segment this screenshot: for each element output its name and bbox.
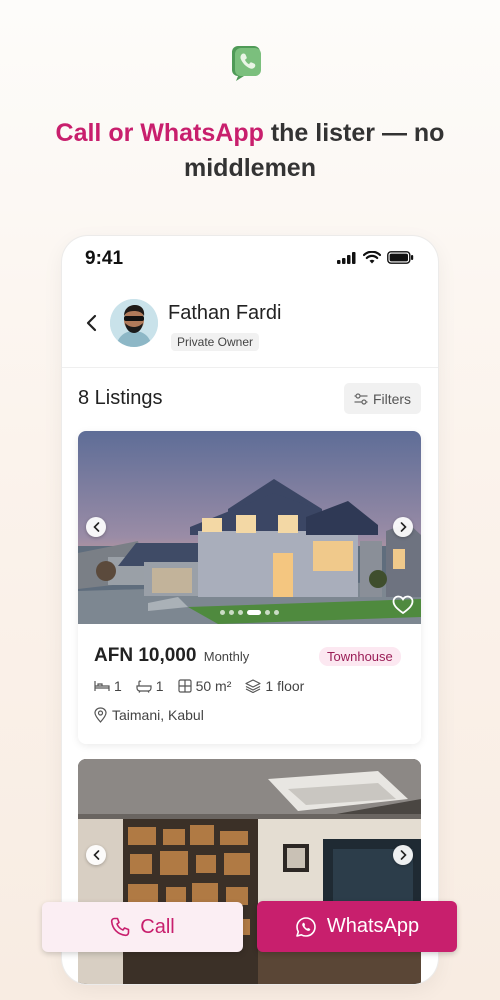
pagination-dot[interactable] — [220, 610, 225, 615]
next-photo-button[interactable] — [393, 845, 413, 865]
baths-count: 1 — [155, 678, 164, 694]
battery-icon — [387, 251, 414, 264]
area-value: 50 m² — [195, 678, 232, 694]
area-feature: 50 m² — [177, 678, 232, 694]
whatsapp-label: WhatsApp — [326, 915, 420, 937]
whatsapp-button[interactable]: WhatsApp — [257, 901, 457, 952]
owner-type-badge: Private Owner — [171, 333, 260, 351]
beds-feature: 1 — [94, 678, 122, 694]
favorite-heart-icon[interactable] — [392, 595, 414, 615]
signal-icon — [337, 251, 356, 264]
status-time: 9:41 — [85, 248, 124, 269]
layers-icon — [245, 679, 261, 693]
pagination-dot[interactable] — [274, 610, 279, 615]
profile-header: Fathan Fardi Private Owner — [62, 286, 438, 368]
chevron-left-icon — [92, 522, 99, 532]
wifi-icon — [363, 251, 381, 264]
chevron-left-icon — [86, 314, 97, 332]
pagination-dot[interactable] — [247, 610, 261, 615]
pagination-dot[interactable] — [238, 610, 243, 615]
bed-icon — [94, 681, 110, 691]
avatar-image — [110, 299, 158, 347]
photo-pagination-dots[interactable] — [220, 610, 279, 615]
floor-plan-icon — [177, 679, 192, 693]
property-type-badge: Townhouse — [319, 647, 401, 666]
owner-name: Fathan Fardi — [168, 302, 282, 324]
headline-highlight: Call or WhatsApp — [55, 119, 264, 147]
sliders-icon — [354, 392, 368, 405]
status-icons — [337, 251, 414, 264]
floor-feature: 1 floor — [245, 678, 304, 694]
listing-price: AFN 10,000 Monthly — [94, 645, 249, 667]
avatar — [110, 299, 158, 347]
listing-features: 1 1 50 m² 1 floor — [94, 678, 304, 694]
headline: Call or WhatsApp the lister — no middlem… — [0, 116, 500, 186]
status-bar: 9:41 — [62, 236, 438, 282]
chevron-left-icon — [92, 850, 99, 860]
listings-count: 8 Listings — [78, 387, 163, 409]
prev-photo-button[interactable] — [86, 845, 106, 865]
location-text: Taimani, Kabul — [112, 707, 204, 723]
bathtub-icon — [136, 679, 152, 693]
filters-button[interactable]: Filters — [344, 383, 421, 414]
call-button[interactable]: Call — [42, 902, 243, 952]
chevron-right-icon — [400, 522, 407, 532]
app-phone-logo-icon — [232, 46, 261, 81]
whatsapp-icon — [296, 916, 316, 937]
pagination-dot[interactable] — [265, 610, 270, 615]
chevron-right-icon — [400, 850, 407, 860]
prev-photo-button[interactable] — [86, 517, 106, 537]
map-pin-icon — [94, 707, 107, 723]
baths-feature: 1 — [136, 678, 164, 694]
filters-label: Filters — [372, 390, 412, 407]
listing-card[interactable]: AFN 10,000 Monthly Townhouse 1 1 50 m² 1… — [78, 431, 421, 744]
pagination-dot[interactable] — [229, 610, 234, 615]
call-label: Call — [140, 915, 175, 938]
listing-location: Taimani, Kabul — [94, 707, 204, 723]
floor-value: 1 floor — [265, 678, 305, 694]
listing-photo — [78, 431, 421, 624]
phone-icon — [111, 917, 130, 937]
back-button[interactable] — [80, 310, 102, 336]
next-photo-button[interactable] — [393, 517, 413, 537]
price-period: Monthly — [203, 649, 250, 664]
phone-mockup: 9:41 Fathan Fardi Private Owner 8 Listin… — [62, 236, 438, 984]
price-amount: AFN 10,000 — [94, 645, 197, 666]
beds-count: 1 — [114, 678, 122, 694]
